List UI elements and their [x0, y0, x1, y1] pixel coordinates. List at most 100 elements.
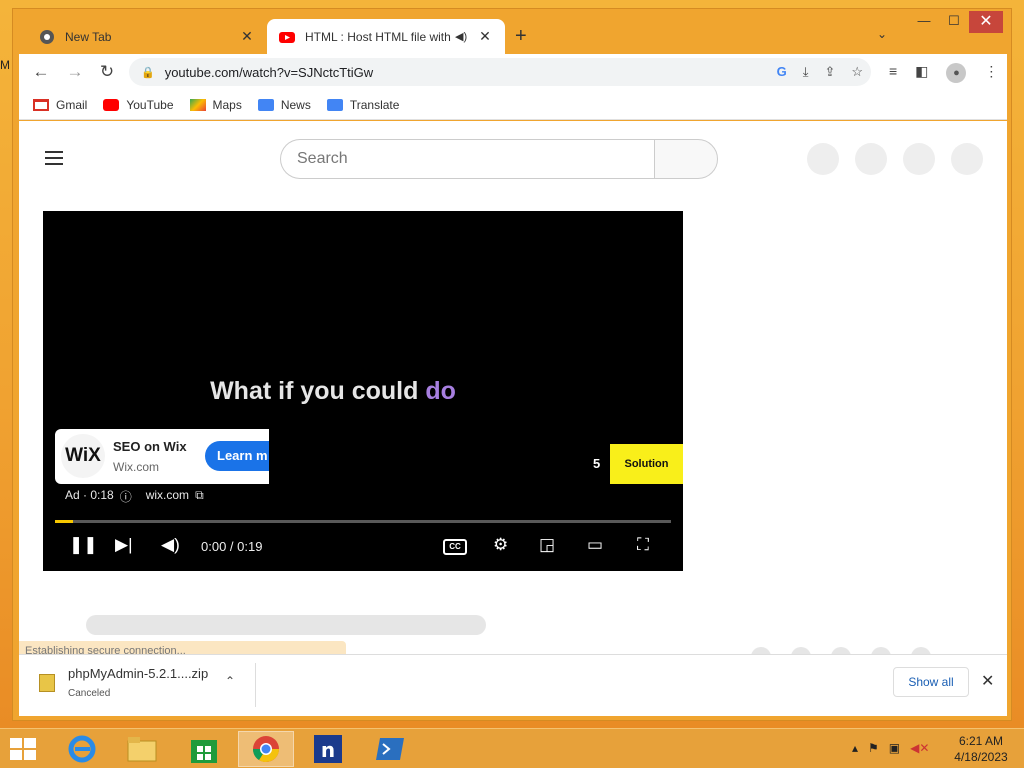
reading-list-icon[interactable]: ≡ [889, 63, 897, 83]
placeholder-icon [831, 647, 851, 654]
news-icon [257, 98, 274, 111]
omnibox-actions: G ⤓ ⇪ ☆ [777, 64, 863, 80]
download-status: Canceled [68, 688, 111, 699]
download-shelf: phpMyAdmin-5.2.1....zip Canceled ⌃ Show … [19, 654, 1007, 716]
theater-mode-icon[interactable]: ▭ [587, 535, 603, 555]
network-icon[interactable]: ▣ [889, 741, 900, 755]
gmail-icon [33, 98, 49, 111]
captions-button[interactable]: CC [443, 539, 467, 555]
menu-icon[interactable]: ⋮ [984, 63, 998, 83]
tab-title: New Tab [65, 29, 112, 44]
download-filename[interactable]: phpMyAdmin-5.2.1....zip [68, 666, 208, 681]
tab-search-chevron-icon[interactable]: ⌄ [877, 27, 887, 41]
start-button[interactable] [10, 738, 36, 760]
chrome-taskbar-icon[interactable] [238, 731, 294, 767]
desktop-icon-label: M [0, 58, 10, 72]
reload-icon[interactable]: ↻ [97, 62, 117, 82]
bookmark-label: Translate [349, 97, 400, 112]
youtube-page: Search What if you could do WiX SEO on W… [19, 121, 1007, 654]
powershell-icon[interactable] [362, 731, 418, 767]
flag-icon[interactable]: ⚑ [868, 741, 879, 755]
bookmark-news[interactable]: News [257, 98, 311, 112]
close-window-button[interactable]: ✕ [969, 11, 1003, 33]
clock[interactable]: 6:21 AM 4/18/2023 [950, 733, 1012, 765]
file-explorer-icon[interactable] [114, 731, 170, 767]
share-icon[interactable]: ⇪ [824, 64, 835, 80]
chevron-up-icon[interactable]: ⌃ [225, 674, 235, 688]
video-text-main: What if you could [210, 377, 419, 405]
ad-card[interactable]: WiX SEO on Wix Wix.com Learn m [55, 429, 269, 484]
close-shelf-icon[interactable]: ✕ [981, 671, 994, 691]
placeholder-icon [751, 647, 771, 654]
placeholder-icon [855, 143, 887, 175]
internet-explorer-icon[interactable] [54, 731, 110, 767]
bookmark-label: Gmail [56, 97, 88, 112]
learn-more-button[interactable]: Learn m [205, 441, 269, 471]
next-icon[interactable]: ▶| [115, 535, 133, 555]
tab-close-icon[interactable]: ✕ [239, 28, 255, 45]
settings-gear-icon[interactable]: ⚙ [493, 535, 508, 555]
fullscreen-icon[interactable]: ⛶ [637, 535, 649, 555]
video-text-highlight: do [425, 377, 456, 405]
show-all-button[interactable]: Show all [893, 667, 969, 697]
system-tray: ▴ ⚑ ▣ ◀✕ [852, 741, 929, 755]
maps-icon [189, 98, 206, 111]
ad-domain: Wix.com [113, 460, 159, 474]
ad-info: Ad · 0:18 ⓘ wix.com ⧉ [65, 488, 204, 505]
video-player[interactable]: What if you could do WiX SEO on Wix Wix.… [43, 211, 683, 571]
volume-icon[interactable]: ◀) [161, 535, 180, 555]
video-caption: What if you could do [43, 377, 623, 406]
bookmark-label: YouTube [126, 97, 174, 112]
progress-bar[interactable] [55, 520, 671, 523]
bookmark-youtube[interactable]: YouTube [103, 97, 174, 112]
info-icon[interactable]: ⓘ [120, 488, 132, 505]
search-input[interactable]: Search [280, 139, 656, 179]
app-n-icon[interactable]: n [300, 731, 356, 767]
placeholder-icon [871, 647, 891, 654]
hamburger-menu-icon[interactable] [45, 151, 63, 169]
new-tab-button[interactable]: + [515, 25, 527, 48]
placeholder-icon [807, 143, 839, 175]
youtube-icon [103, 98, 120, 111]
tab-strip: New Tab ✕ HTML : Host HTML file with ◀) … [13, 9, 1011, 54]
divider [255, 663, 256, 707]
tab-close-icon[interactable]: ✕ [477, 28, 493, 45]
zip-file-icon [39, 674, 55, 692]
volume-muted-icon[interactable]: ◀✕ [910, 741, 929, 755]
bookmark-maps[interactable]: Maps [189, 97, 242, 112]
placeholder-icon [903, 143, 935, 175]
placeholder-icon [911, 647, 931, 654]
skip-preview[interactable]: Solution [610, 444, 683, 484]
bookmark-translate[interactable]: Translate [326, 97, 400, 112]
install-icon[interactable]: ⤓ [803, 64, 809, 80]
lock-icon[interactable]: 🔒 [141, 66, 155, 79]
google-icon[interactable]: G [777, 64, 787, 80]
progress-fill [55, 520, 74, 523]
store-icon[interactable] [176, 731, 232, 767]
bookmark-label: Maps [212, 97, 242, 112]
maximize-button[interactable]: ☐ [941, 13, 967, 37]
star-icon[interactable]: ☆ [851, 64, 863, 80]
back-icon[interactable]: ← [31, 62, 51, 82]
svg-text:n: n [321, 738, 335, 762]
forward-icon[interactable]: → [65, 62, 85, 82]
clock-time: 6:21 AM [958, 734, 1004, 748]
translate-icon [326, 98, 343, 111]
profile-avatar-icon[interactable]: ● [946, 63, 967, 83]
side-panel-icon[interactable]: ◧ [915, 63, 928, 83]
tab-youtube[interactable]: HTML : Host HTML file with ◀) ✕ [267, 19, 505, 54]
address-bar[interactable]: 🔒 youtube.com/watch?v=SJNctcTtiGw G ⤓ ⇪ … [129, 58, 871, 86]
skip-countdown: 5 [593, 456, 601, 471]
ad-link[interactable]: wix.com [146, 488, 189, 505]
bookmark-gmail[interactable]: Gmail [33, 98, 87, 112]
show-hidden-icons-icon[interactable]: ▴ [852, 741, 858, 755]
taskbar: n ▴ ⚑ ▣ ◀✕ 6:21 AM 4/18/2023 [0, 728, 1024, 768]
pause-icon[interactable]: ❚❚ [69, 535, 98, 555]
speaker-icon[interactable]: ◀) [455, 30, 469, 43]
miniplayer-icon[interactable]: ◲ [539, 535, 555, 555]
tab-new-tab[interactable]: New Tab ✕ [27, 19, 267, 54]
minimize-button[interactable]: — [911, 13, 937, 37]
browser-window: New Tab ✕ HTML : Host HTML file with ◀) … [12, 8, 1012, 721]
search-button[interactable] [654, 139, 718, 179]
youtube-icon [279, 31, 295, 43]
